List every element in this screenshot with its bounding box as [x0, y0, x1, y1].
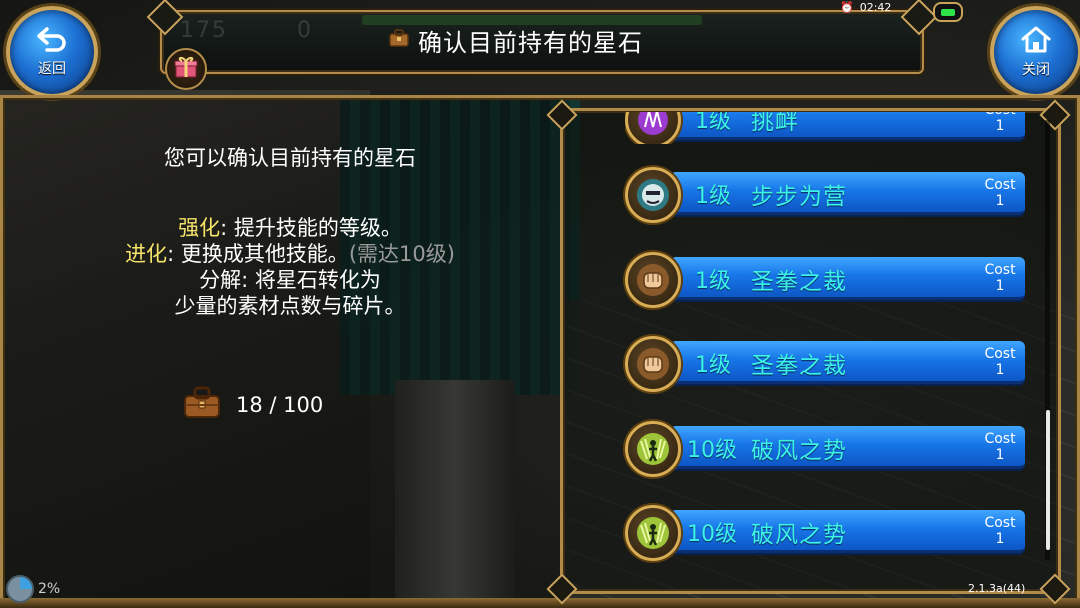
star-stone-cost: Cost1 — [980, 515, 1020, 547]
star-stone-name: 圣拳之裁 — [751, 353, 847, 379]
star-stone-name: 圣拳之裁 — [751, 269, 847, 295]
page-title-text: 确认目前持有的星石 — [418, 28, 643, 57]
star-stone-level: 1级 — [695, 353, 731, 378]
bag-icon — [388, 27, 410, 53]
inventory-bag-icon — [182, 384, 222, 425]
list-scrollbar-thumb[interactable] — [1046, 410, 1050, 550]
star-stone-item[interactable]: 1级 圣拳之裁 Cost 1 — [625, 252, 1030, 308]
cost-label: Cost — [984, 262, 1016, 278]
star-stone-name: 破风之势 — [751, 522, 847, 548]
cost-label: Cost — [984, 515, 1016, 531]
star-stone-level: 10级 — [687, 438, 737, 463]
enhance-text: : 提升技能的等级。 — [220, 216, 402, 240]
home-icon — [1020, 25, 1052, 57]
cost-value: 1 — [995, 278, 1005, 294]
star-stone-name: 步步为营 — [751, 184, 847, 210]
fist-icon — [625, 252, 681, 308]
star-stone-item[interactable]: 1级 步步为营 Cost 1 — [625, 167, 1030, 223]
star-stone-item[interactable]: 1级 圣拳之裁 Cost 1 — [625, 336, 1030, 392]
back-button-label: 返回 — [38, 61, 66, 77]
gift-button[interactable] — [165, 48, 207, 90]
cost-value: 1 — [995, 193, 1005, 209]
gift-icon — [173, 54, 199, 84]
dismantle-line-1: 分解: 将星石转化为 — [199, 268, 381, 292]
return-arrow-icon — [35, 26, 69, 56]
frame-bottom-border — [0, 598, 1080, 608]
action-descriptions: 强化: 提升技能的等级。 进化: 更换成其他技能。(需达10级) 分解: 将星石… — [60, 215, 520, 319]
ghost-stat-1: 175 — [180, 18, 228, 43]
star-stone-cost: Cost1 — [980, 346, 1020, 378]
clock-text: 02:42 — [859, 0, 892, 14]
battery-icon — [933, 2, 963, 22]
evolve-note: (需达10级) — [348, 242, 455, 266]
close-button[interactable]: 关闭 — [990, 6, 1080, 98]
version-text: 2.1.3a(44) — [968, 582, 1026, 595]
star-stone-level: 1级 — [695, 184, 731, 209]
cost-value: 1 — [995, 362, 1005, 378]
top-bar: 175 0 确认目前持有的星石 返回 关闭 ⏰ 02:42 — [0, 0, 1080, 98]
close-button-label: 关闭 — [1022, 62, 1050, 78]
star-stone-level: 1级 — [695, 269, 731, 294]
background-stats: 175 0 — [180, 18, 373, 43]
loading-percent: 2% — [38, 581, 61, 597]
loading-indicator: 2% — [6, 575, 60, 603]
bag-capacity: 18 / 100 — [182, 384, 323, 425]
loading-ring-icon — [6, 575, 34, 603]
fist-icon — [625, 336, 681, 392]
cost-value: 1 — [995, 118, 1005, 134]
star-stone-cost: Cost1 — [980, 431, 1020, 463]
device-status-bar: ⏰ 02:42 — [840, 0, 891, 14]
star-stone-level: 10级 — [687, 522, 737, 547]
star-stone-name: 破风之势 — [751, 438, 847, 464]
cost-value: 1 — [995, 531, 1005, 547]
dismantle-line-2: 少量的素材点数与碎片。 — [174, 294, 406, 318]
armored-face-icon — [625, 167, 681, 223]
bag-count-text: 18 / 100 — [236, 392, 324, 417]
page-title: 确认目前持有的星石 — [388, 23, 643, 57]
star-stone-cost: Cost1 — [980, 177, 1020, 209]
star-stone-item[interactable]: 10级 破风之势 Cost 1 — [625, 421, 1030, 477]
enhance-key: 强化 — [178, 216, 221, 240]
ghost-stat-2: 0 — [297, 18, 313, 43]
wind-figure-icon — [625, 505, 681, 561]
cost-value: 1 — [995, 447, 1005, 463]
cost-label: Cost — [984, 177, 1016, 193]
cost-label: Cost — [984, 431, 1016, 447]
enhance-line: 强化: 提升技能的等级。 — [60, 215, 520, 241]
star-stone-cost: Cost1 — [980, 262, 1020, 294]
intro-text: 您可以确认目前持有的星石 — [164, 146, 416, 170]
wind-figure-icon — [625, 421, 681, 477]
evolve-key: 进化 — [125, 242, 168, 266]
cost-label: Cost — [984, 346, 1016, 362]
alarm-icon: ⏰ — [840, 0, 854, 14]
back-button[interactable]: 返回 — [6, 6, 98, 98]
info-panel: 您可以确认目前持有的星石 强化: 提升技能的等级。 进化: 更换成其他技能。(需… — [60, 140, 520, 319]
evolve-line: 进化: 更换成其他技能。(需达10级) — [60, 241, 520, 267]
star-stone-item[interactable]: 10级 破风之势 Cost 1 — [625, 505, 1030, 561]
evolve-text: : 更换成其他技能。 — [167, 242, 349, 266]
